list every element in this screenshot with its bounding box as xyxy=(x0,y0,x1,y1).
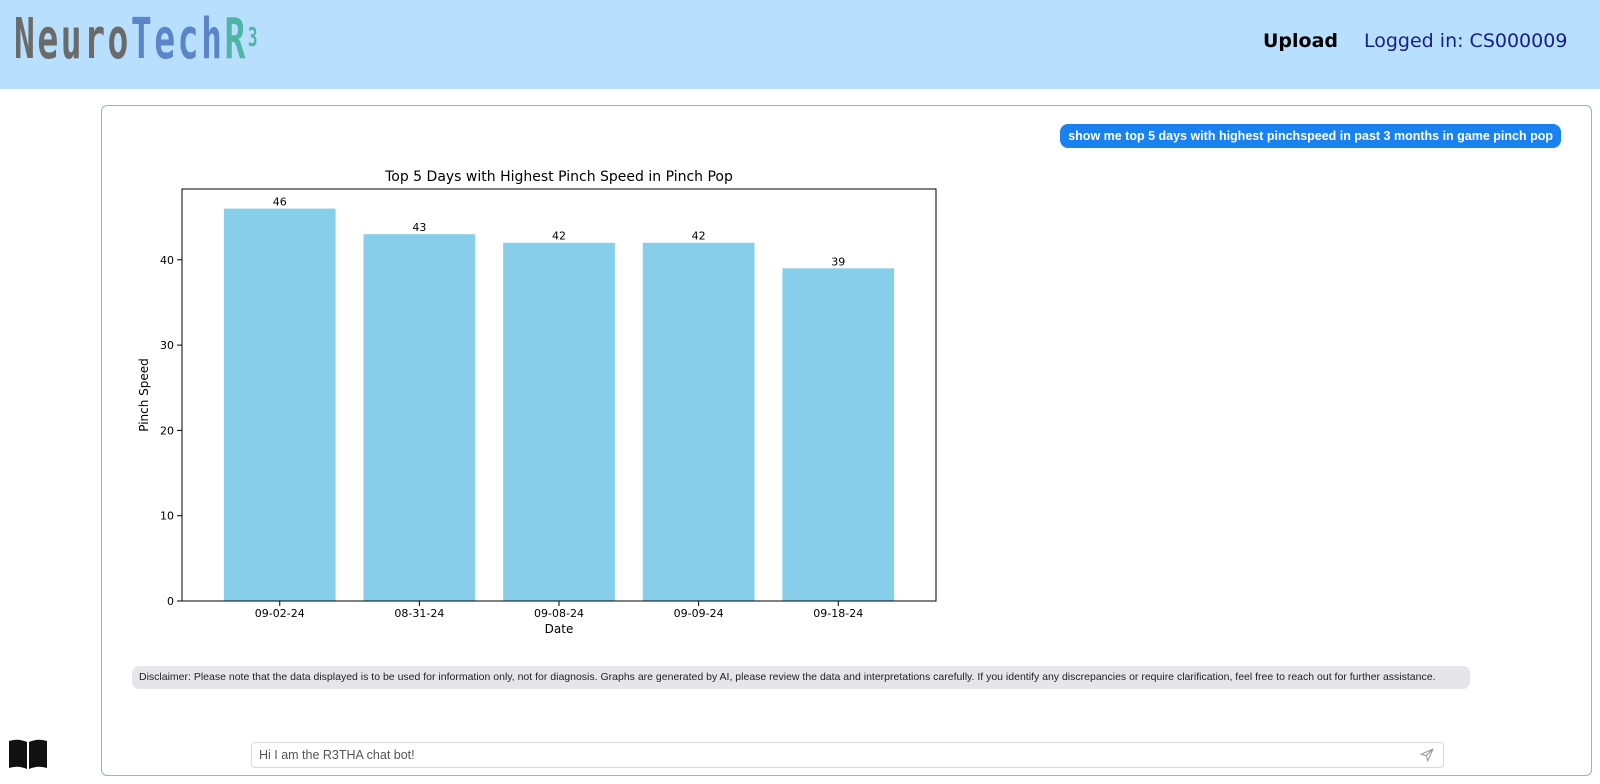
x-tick-label: 08-31-24 xyxy=(394,607,444,620)
bar-value-label: 42 xyxy=(692,230,706,243)
upload-link[interactable]: Upload xyxy=(1263,30,1338,52)
chat-input-box xyxy=(251,742,1444,768)
y-tick-label: 10 xyxy=(160,510,174,523)
x-tick-label: 09-08-24 xyxy=(534,607,584,620)
x-tick-label: 09-18-24 xyxy=(813,607,863,620)
logged-in-status: Logged in: CS000009 xyxy=(1364,30,1568,52)
bar-09-18-24 xyxy=(782,268,895,601)
top-header: NeuroTechR3 Upload Logged in: CS000009 xyxy=(0,0,1600,89)
logo-text-neuro: Neuro xyxy=(14,7,131,72)
send-icon[interactable] xyxy=(1419,747,1435,763)
logo-text-r: R xyxy=(224,7,248,72)
y-tick-label: 40 xyxy=(160,254,174,267)
bar-value-label: 43 xyxy=(412,221,426,234)
app-logo[interactable]: NeuroTechR3 xyxy=(14,10,260,70)
x-tick-label: 09-02-24 xyxy=(255,607,305,620)
x-tick-label: 09-09-24 xyxy=(674,607,724,620)
user-message-bubble: show me top 5 days with highest pinchspe… xyxy=(1060,124,1561,148)
y-tick-label: 30 xyxy=(160,339,174,352)
bar-08-31-24 xyxy=(363,234,476,601)
chart-title: Top 5 Days with Highest Pinch Speed in P… xyxy=(384,169,733,185)
y-axis-label: Pinch Speed xyxy=(137,358,151,432)
chart-svg: Top 5 Days with Highest Pinch Speed in P… xyxy=(137,169,937,636)
disclaimer-note: Disclaimer: Please note that the data di… xyxy=(132,666,1470,689)
bar-09-02-24 xyxy=(223,208,336,601)
logo-superscript: 3 xyxy=(247,23,261,53)
bar-09-09-24 xyxy=(642,242,755,601)
bar-value-label: 46 xyxy=(273,196,287,209)
bar-value-label: 42 xyxy=(552,230,566,243)
book-icon[interactable] xyxy=(8,738,48,770)
chat-input[interactable] xyxy=(252,743,1416,767)
y-tick-label: 0 xyxy=(167,595,174,608)
bar-09-08-24 xyxy=(503,242,615,601)
y-tick-label: 20 xyxy=(160,424,174,437)
bar-chart: Top 5 Days with Highest Pinch Speed in P… xyxy=(134,158,954,658)
x-axis-label: Date xyxy=(545,622,574,636)
chat-panel: show me top 5 days with highest pinchspe… xyxy=(101,105,1592,776)
bar-value-label: 39 xyxy=(831,255,845,268)
logo-text-tech: Tech xyxy=(130,7,225,72)
